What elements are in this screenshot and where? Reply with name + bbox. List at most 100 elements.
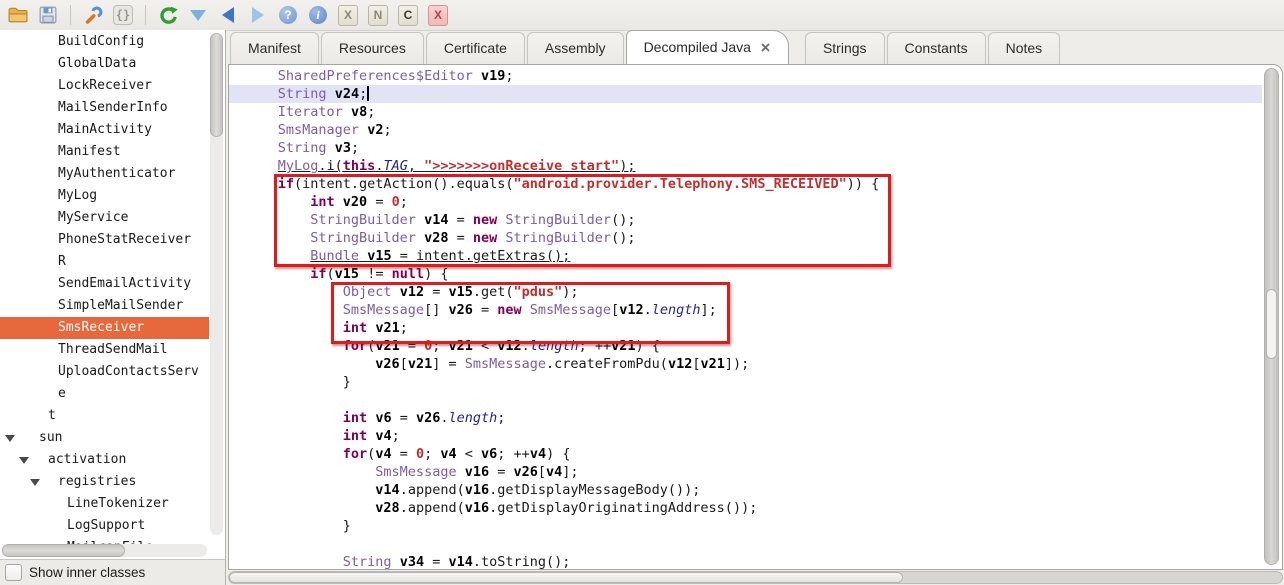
code-line[interactable]: SmsManager v2; <box>229 121 1262 139</box>
code-line-text: StringBuilder v28 = new StringBuilder(); <box>310 230 635 246</box>
code-line[interactable]: } <box>229 373 1262 391</box>
sidebar-item-lockreceiver[interactable]: LockReceiver <box>0 75 209 97</box>
close-x-icon[interactable]: X <box>428 5 448 25</box>
code-line[interactable]: Iterator v8; <box>229 103 1262 121</box>
code-line[interactable]: int v6 = v26.length; <box>229 409 1262 427</box>
tab-notes[interactable]: Notes <box>988 32 1061 64</box>
sidebar-item-manifest[interactable]: Manifest <box>0 141 209 163</box>
sidebar-item-t[interactable]: t <box>0 405 209 427</box>
sidebar-item-label: activation <box>48 449 126 471</box>
info-icon[interactable]: i <box>308 5 328 25</box>
sidebar-item-label: LineTokenizer <box>67 493 169 515</box>
code-line[interactable]: SharedPreferences$Editor v19; <box>229 67 1262 85</box>
settings-wrench-icon[interactable] <box>83 5 103 25</box>
sidebar-item-label: MyLog <box>58 185 97 207</box>
code-line[interactable]: v28.append(v16.getDisplayOriginatingAddr… <box>229 499 1262 517</box>
sidebar-item-uploadcontactsserv[interactable]: UploadContactsServ <box>0 361 209 383</box>
tree-expand-arrow-icon[interactable] <box>19 457 29 464</box>
sidebar-item-sendemailactivity[interactable]: SendEmailActivity <box>0 273 209 295</box>
refresh-icon[interactable] <box>158 5 178 25</box>
sidebar-item-mailsenderinfo[interactable]: MailSenderInfo <box>0 97 209 119</box>
sidebar-item-globaldata[interactable]: GlobalData <box>0 53 209 75</box>
code-line[interactable]: Bundle v15 = intent.getExtras(); <box>229 247 1262 265</box>
tab-certificate[interactable]: Certificate <box>426 32 525 64</box>
code-line[interactable]: } <box>229 517 1262 535</box>
code-line[interactable] <box>229 391 1262 409</box>
tab-strings[interactable]: Strings <box>805 32 885 64</box>
sidebar-item-simplemailsender[interactable]: SimpleMailSender <box>0 295 209 317</box>
editor-horizontal-scrollbar-thumb[interactable] <box>229 572 903 583</box>
open-folder-icon[interactable] <box>8 5 28 25</box>
code-line[interactable]: v26[v21] = SmsMessage.createFromPdu(v12[… <box>229 355 1262 373</box>
code-line[interactable]: Object v12 = v15.get("pdus"); <box>229 283 1262 301</box>
sidebar-item-mylog[interactable]: MyLog <box>0 185 209 207</box>
sidebar-item-linetokenizer[interactable]: LineTokenizer <box>0 493 209 515</box>
sidebar-item-mailcapfile[interactable]: MailcapFile <box>0 537 209 544</box>
code-line[interactable]: for(v4 = 0; v4 < v6; ++v4) { <box>229 445 1262 463</box>
code-line[interactable]: StringBuilder v14 = new StringBuilder(); <box>229 211 1262 229</box>
sidebar-item-label: SendEmailActivity <box>58 273 191 295</box>
tree-expand-arrow-icon[interactable] <box>30 479 40 486</box>
sidebar-item-logsupport[interactable]: LogSupport <box>0 515 209 537</box>
tab-label: Strings <box>823 40 867 56</box>
tab-resources[interactable]: Resources <box>321 32 424 64</box>
code-line[interactable]: int v21; <box>229 319 1262 337</box>
code-line[interactable]: if(v15 != null) { <box>229 265 1262 283</box>
code-line[interactable]: String v24; <box>229 85 1262 103</box>
sidebar-horizontal-scrollbar-thumb[interactable] <box>2 544 125 557</box>
navigate-back-icon[interactable] <box>218 5 238 25</box>
code-line[interactable]: if(intent.getAction().equals("android.pr… <box>229 175 1262 193</box>
code-line[interactable]: SmsMessage v16 = v26[v4]; <box>229 463 1262 481</box>
x-tool-icon[interactable]: X <box>338 5 358 25</box>
navigate-forward-icon[interactable] <box>248 5 268 25</box>
code-line[interactable]: int v4; <box>229 427 1262 445</box>
sidebar-item-e[interactable]: e <box>0 383 209 405</box>
code-line[interactable] <box>229 535 1262 553</box>
sidebar-vertical-scrollbar[interactable] <box>210 33 223 535</box>
code-line[interactable]: v14.append(v16.getDisplayMessageBody()); <box>229 481 1262 499</box>
code-line-text: SharedPreferences$Editor v19; <box>278 68 514 84</box>
code-line[interactable]: SmsMessage[] v26 = new SmsMessage[v12.le… <box>229 301 1262 319</box>
sidebar-item-smsreceiver[interactable]: SmsReceiver <box>0 317 209 339</box>
sidebar-item-threadsendmail[interactable]: ThreadSendMail <box>0 339 209 361</box>
tab-constants[interactable]: Constants <box>887 32 986 64</box>
braces-icon[interactable]: {} <box>113 5 133 25</box>
tab-manifest[interactable]: Manifest <box>230 32 319 64</box>
sidebar-item-activation[interactable]: activation <box>0 449 209 471</box>
sidebar-item-label: SmsReceiver <box>58 317 144 339</box>
sidebar-item-myservice[interactable]: MyService <box>0 207 209 229</box>
dropdown-icon[interactable] <box>188 5 208 25</box>
save-icon[interactable] <box>38 5 58 25</box>
code-line[interactable]: int v20 = 0; <box>229 193 1262 211</box>
tab-assembly[interactable]: Assembly <box>527 32 624 64</box>
n-tool-icon[interactable]: N <box>368 5 388 25</box>
editor-horizontal-scrollbar[interactable] <box>228 571 1283 584</box>
help-icon[interactable]: ? <box>278 5 298 25</box>
code-line-text: v26[v21] = SmsMessage.createFromPdu(v12[… <box>375 356 749 372</box>
c-tool-icon[interactable]: C <box>398 5 418 25</box>
editor-vertical-scrollbar[interactable] <box>1264 68 1279 565</box>
code-line-text: MyLog.i(this.TAG, ">>>>>>>onReceive star… <box>278 158 636 174</box>
sidebar-item-myauthenticator[interactable]: MyAuthenticator <box>0 163 209 185</box>
sidebar-item-label: ThreadSendMail <box>58 339 168 361</box>
tab-decompiled-java[interactable]: Decompiled Java <box>626 30 789 64</box>
code-line[interactable]: for(v21 = 0; v21 < v12.length; ++v21) { <box>229 337 1262 355</box>
sidebar-item-r[interactable]: R <box>0 251 209 273</box>
code-line[interactable]: MyLog.i(this.TAG, ">>>>>>>onReceive star… <box>229 157 1262 175</box>
tree-expand-arrow-icon[interactable] <box>5 435 15 442</box>
code-line[interactable]: String v3; <box>229 139 1262 157</box>
sidebar-item-buildconfig[interactable]: BuildConfig <box>0 31 209 53</box>
sidebar-horizontal-scrollbar[interactable] <box>2 544 207 557</box>
sidebar-item-registries[interactable]: registries <box>0 471 209 493</box>
editor-vertical-scrollbar-thumb[interactable] <box>1266 289 1277 359</box>
tab-close-icon[interactable] <box>760 42 771 53</box>
sidebar-item-mainactivity[interactable]: MainActivity <box>0 119 209 141</box>
show-inner-classes-checkbox[interactable] <box>5 564 22 581</box>
sidebar-item-sun[interactable]: sun <box>0 427 209 449</box>
tab-label: Constants <box>905 40 968 56</box>
code-line[interactable]: StringBuilder v28 = new StringBuilder(); <box>229 229 1262 247</box>
code-area[interactable]: SharedPreferences$Editor v19;String v24;… <box>229 67 1262 569</box>
code-line[interactable]: String v34 = v14.toString(); <box>229 553 1262 569</box>
sidebar-item-phonestatreceiver[interactable]: PhoneStatReceiver <box>0 229 209 251</box>
sidebar-vertical-scrollbar-thumb[interactable] <box>210 33 223 137</box>
